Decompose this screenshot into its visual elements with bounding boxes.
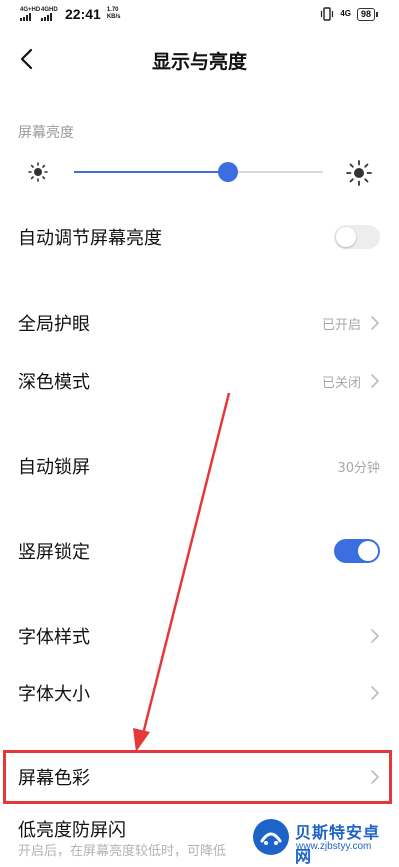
brightness-slider-handle[interactable] (218, 162, 239, 182)
clock: 22:41 (65, 6, 101, 22)
speed-value: 1.70 (106, 7, 119, 13)
font-size-label: 字体大小 (18, 684, 90, 705)
status-right: 4G 98 (320, 7, 379, 21)
brightness-high-icon (346, 160, 372, 186)
low-flicker-label: 低亮度防屏闪 (18, 820, 126, 841)
vibrate-icon (321, 7, 334, 21)
network-speed: 1.70 KB/s (107, 7, 121, 21)
brightness-slider[interactable] (74, 171, 323, 173)
network-type: 4G (340, 9, 351, 18)
speed-unit: KB/s (106, 14, 121, 20)
battery-icon: 98 (356, 7, 379, 21)
chevron-right-icon (371, 686, 379, 700)
portrait-lock-toggle[interactable] (334, 539, 380, 563)
setting-row-auto-brightness[interactable]: 自动调节屏幕亮度 (0, 210, 399, 264)
status-bar: 4G+HD 4GHD 22:41 1.70 KB/s 4G 98 (0, 0, 399, 30)
page-title: 显示与亮度 (151, 51, 247, 73)
brightness-low-icon (28, 162, 48, 182)
auto-lock-label: 自动锁屏 (18, 457, 90, 478)
auto-lock-value: 30分钟 (337, 461, 380, 476)
font-style-label: 字体样式 (18, 627, 90, 648)
brightness-slider-fill (74, 171, 229, 173)
battery-level: 98 (360, 8, 371, 19)
setting-row-dark-mode[interactable]: 深色模式 已关闭 (0, 354, 399, 408)
toggle-knob (358, 541, 378, 561)
eye-protect-value: 已开启 (321, 318, 361, 333)
app-header: 显示与亮度 (0, 30, 399, 88)
dark-mode-value: 已关闭 (321, 376, 361, 391)
chevron-right-icon (371, 374, 379, 388)
brightness-section-label: 屏幕亮度 (18, 125, 74, 141)
setting-row-auto-lock[interactable]: 自动锁屏 30分钟 (0, 439, 399, 493)
auto-brightness-label: 自动调节屏幕亮度 (18, 228, 162, 249)
watermark-url: www.zjbstyy.com (296, 841, 372, 852)
low-flicker-description: 开启后，在屏幕亮度较低时，可降低 (18, 844, 227, 859)
auto-brightness-toggle[interactable] (334, 225, 380, 249)
setting-row-font-size[interactable]: 字体大小 (0, 666, 399, 720)
watermark-logo-icon (253, 819, 289, 855)
watermark: 贝斯特安卓网 www.zjbstyy.com (245, 811, 395, 866)
dark-mode-label: 深色模式 (18, 372, 90, 393)
setting-row-eye-protect[interactable]: 全局护眼 已开启 (0, 296, 399, 350)
status-left: 4G+HD 4GHD 22:41 1.70 KB/s (20, 6, 120, 22)
toggle-knob (336, 227, 356, 247)
sim1-signal-icon: 4G+HD (20, 7, 40, 21)
portrait-lock-label: 竖屏锁定 (18, 542, 90, 563)
setting-row-portrait-lock[interactable]: 竖屏锁定 (0, 524, 399, 578)
chevron-right-icon (371, 316, 379, 330)
eye-protect-label: 全局护眼 (18, 314, 90, 335)
chevron-right-icon (371, 629, 379, 643)
setting-row-font-style[interactable]: 字体样式 (0, 609, 399, 663)
sim2-signal-icon: 4GHD (41, 7, 58, 21)
brightness-slider-row (0, 152, 399, 192)
highlight-box (3, 750, 392, 804)
